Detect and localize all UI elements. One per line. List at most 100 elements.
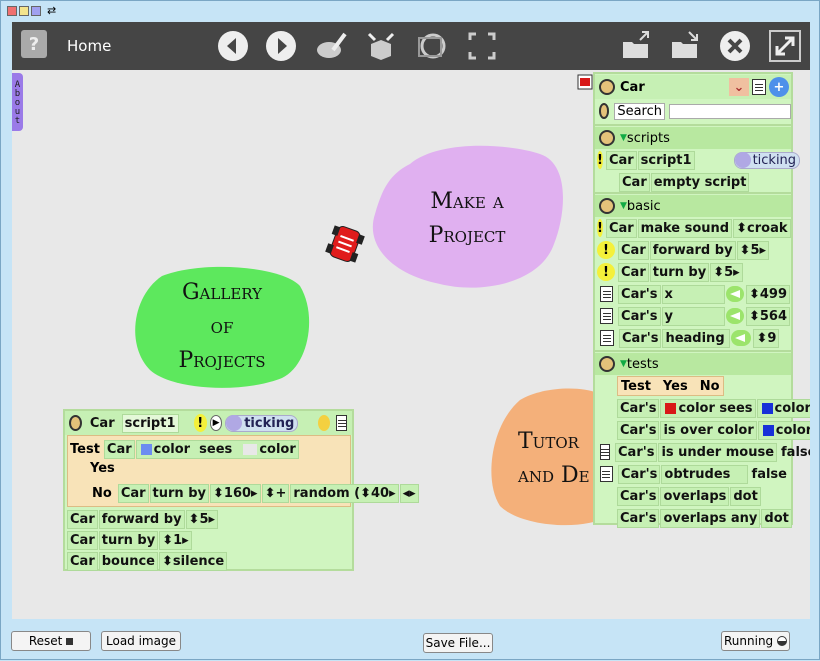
triangle-down-icon[interactable]: ▼	[620, 133, 627, 143]
test-block[interactable]: Test Car color sees color Yes No Car tur…	[67, 435, 419, 507]
test-object-tile[interactable]: Car	[103, 439, 135, 459]
reset-button[interactable]: Reset	[11, 631, 91, 651]
menu-handle-icon[interactable]	[599, 356, 615, 372]
cmd-name[interactable]: turn by	[98, 530, 159, 550]
red-color-swatch[interactable]	[665, 402, 677, 414]
project-name[interactable]: Home	[67, 37, 111, 55]
script1-tile[interactable]: script1	[637, 150, 695, 170]
basic-header[interactable]: ▼ basic	[595, 195, 791, 217]
tile-obj[interactable]: Car's	[617, 420, 660, 440]
about-flap-tab[interactable]: About	[12, 73, 23, 131]
property-value[interactable]: ⬍ 9	[753, 328, 780, 348]
test-arg[interactable]: dot	[761, 508, 792, 528]
tile-obj[interactable]: Car	[619, 172, 650, 192]
test-tile[interactable]: obtrudes	[661, 464, 748, 484]
car-sprite[interactable]	[325, 224, 365, 264]
color-swatch[interactable]	[140, 443, 152, 455]
cmd-name[interactable]: forward by	[98, 509, 185, 529]
window-swatch-yellow[interactable]	[19, 6, 29, 16]
menu-handle-icon[interactable]	[599, 79, 615, 95]
tile-obj[interactable]: Car	[605, 218, 637, 238]
cmd-obj[interactable]: Car	[67, 530, 98, 550]
tile-obj[interactable]: Car's	[617, 398, 660, 418]
empty-script-tile[interactable]: empty script	[650, 172, 750, 192]
property-value[interactable]: ⬍ 499	[745, 284, 790, 304]
supplies-icon[interactable]	[365, 30, 397, 62]
blue-color-swatch[interactable]	[762, 424, 774, 436]
test-tile[interactable]: color sees	[660, 398, 756, 418]
tile-obj[interactable]: Car	[618, 240, 649, 260]
fire-command-icon[interactable]: !	[597, 263, 615, 281]
make-project-button[interactable]: Make a Project	[397, 182, 537, 256]
cmd-name[interactable]: bounce	[98, 551, 159, 571]
cmd-arg[interactable]: ⬍ croak	[733, 218, 791, 238]
property-doc-icon[interactable]	[600, 466, 613, 482]
random-tile[interactable]: random (⬍ 40 ▸	[290, 483, 399, 503]
test-tile[interactable]: overlaps any	[660, 508, 761, 528]
load-image-button[interactable]: Load image	[101, 631, 181, 651]
fire-command-icon[interactable]: !	[597, 219, 603, 237]
car-viewer[interactable]: Car ⌄ + Search ▼ scripts ! Car script1 t…	[593, 72, 810, 528]
test-arg[interactable]: dot	[730, 486, 761, 506]
assign-arrow-icon[interactable]	[725, 286, 744, 302]
menu-handle-icon[interactable]	[599, 198, 615, 214]
tile-obj[interactable]: Car's	[617, 508, 660, 528]
cmd-arg[interactable]: ⬍ silence	[159, 551, 228, 571]
menu-handle-icon[interactable]	[599, 130, 615, 146]
squeak-world[interactable]: ? Home About Make a Project Gallery of P…	[12, 22, 810, 619]
fire-command-icon[interactable]: !	[597, 241, 615, 259]
paint-icon[interactable]	[315, 30, 347, 62]
test-tile[interactable]: is under mouse	[658, 442, 778, 462]
tile-icon[interactable]	[318, 415, 331, 431]
property-doc-icon[interactable]	[600, 286, 614, 302]
property-doc-icon[interactable]	[600, 444, 610, 460]
tile-obj[interactable]: Car's	[619, 328, 662, 348]
step-script-icon[interactable]: ▶	[209, 415, 223, 431]
test-arg[interactable]: color	[757, 420, 810, 440]
property-value[interactable]: ⬍ 564	[745, 306, 790, 326]
cmd-arg[interactable]: ⬍ 5 ▸	[185, 509, 219, 529]
cmd-tile[interactable]: turn by	[649, 262, 710, 282]
cmd-arg[interactable]: ⬍ 5 ▸	[736, 240, 770, 260]
assign-arrow-icon[interactable]	[731, 330, 752, 346]
cmd-tile[interactable]: forward by	[649, 240, 736, 260]
turn-by-tile[interactable]: turn by	[149, 483, 209, 503]
property-doc-icon[interactable]	[600, 330, 614, 346]
add-category-icon[interactable]: +	[769, 77, 789, 97]
script-name-field[interactable]: script1	[121, 413, 179, 433]
property-name[interactable]: heading	[662, 328, 731, 348]
menu-handle-icon[interactable]	[599, 103, 610, 119]
tile-obj[interactable]: Car	[618, 262, 649, 282]
property-doc-icon[interactable]	[600, 308, 614, 324]
fire-script-icon[interactable]: !	[597, 151, 603, 169]
property-name[interactable]: x	[661, 284, 725, 304]
scripts-header[interactable]: ▼ scripts	[595, 127, 791, 149]
triangle-down-icon[interactable]: ▼	[620, 359, 627, 369]
open-project-icon[interactable]	[620, 30, 652, 62]
window-swatch-red[interactable]	[7, 6, 17, 16]
save-file-button[interactable]: Save File...	[423, 633, 493, 653]
tile-obj[interactable]: Car's	[617, 464, 661, 484]
close-icon[interactable]	[719, 30, 751, 62]
assign-arrow-icon[interactable]	[725, 308, 744, 324]
triangle-down-icon[interactable]: ▼	[620, 201, 627, 211]
test-arg[interactable]: color	[756, 398, 810, 418]
property-name[interactable]: y	[661, 306, 725, 326]
help-icon[interactable]: ?	[21, 30, 47, 58]
expand-icon[interactable]	[769, 30, 801, 62]
fire-script-icon[interactable]: !	[193, 414, 207, 432]
save-project-icon[interactable]	[669, 30, 701, 62]
tile-obj[interactable]: Car's	[618, 306, 661, 326]
running-toggle[interactable]: Running	[721, 631, 790, 651]
turn-value-tile[interactable]: ⬍ 160 ▸	[210, 483, 261, 503]
fullscreen-frame-icon[interactable]	[466, 30, 498, 62]
color-sees-tile[interactable]: color sees color	[135, 439, 299, 459]
tile-obj[interactable]: Car's	[618, 284, 661, 304]
car-thumbnail-icon[interactable]	[577, 74, 593, 90]
ticking-status[interactable]: ticking	[733, 151, 801, 169]
search-input[interactable]	[669, 103, 791, 119]
car-script-editor[interactable]: Car script1 ! ▶ ticking Test Car color s…	[63, 409, 419, 571]
script-doc-icon[interactable]	[336, 415, 347, 431]
test-tile[interactable]: overlaps	[660, 486, 730, 506]
window-swatch-blue[interactable]	[31, 6, 41, 16]
